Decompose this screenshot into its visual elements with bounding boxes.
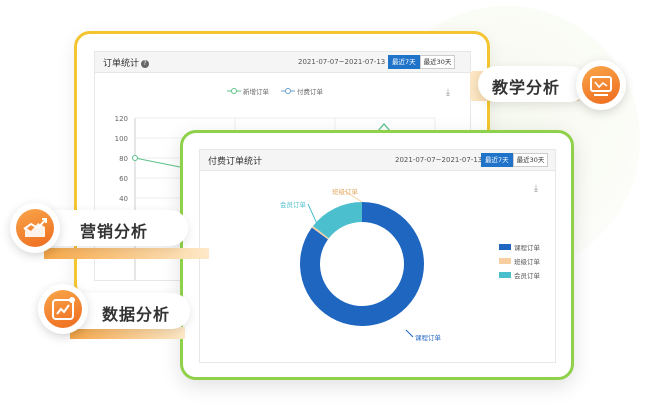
y-tick: 60 — [119, 175, 128, 183]
marketing-analysis-label: 营销分析 — [80, 222, 149, 241]
legend-label: 会员订单 — [514, 272, 540, 280]
slice-label: 班级订单 — [332, 187, 359, 196]
legend-member-orders[interactable]: 会员订单 — [499, 270, 540, 280]
data-icon-bg — [44, 290, 82, 328]
analytics-icon — [52, 297, 75, 320]
legend-label: 课程订单 — [514, 244, 540, 252]
data-analysis-label: 数据分析 — [102, 305, 171, 324]
paid-orders-tablet: 付费订单统计 2021-07-07~2021-07-13 最近7天 最近30天 … — [180, 130, 574, 380]
data-analysis-badge — [38, 284, 88, 334]
label-leader-line — [307, 203, 319, 227]
teaching-analysis-label: 教学分析 — [492, 78, 561, 97]
legend-class-orders[interactable]: 班级订单 — [499, 256, 540, 266]
data-point — [132, 155, 138, 161]
y-tick: 40 — [119, 195, 128, 203]
new-orders-line — [134, 157, 186, 169]
marketing-icon-bg — [16, 209, 54, 247]
teaching-analysis-badge — [576, 60, 626, 110]
label-leader-line — [405, 329, 414, 338]
pie-legend: 课程订单 班级订单 会员订单 — [499, 242, 540, 284]
legend-swatch — [499, 258, 511, 264]
marketing-analysis-badge — [10, 203, 60, 253]
y-tick: 80 — [119, 155, 128, 163]
legend-label: 班级订单 — [514, 258, 540, 266]
legend-swatch — [499, 272, 511, 278]
presentation-icon — [590, 76, 612, 96]
teaching-analysis-pill[interactable]: 教学分析 — [478, 66, 588, 102]
trend-chart-icon — [23, 218, 47, 237]
teaching-icon-bg — [582, 66, 620, 104]
legend-swatch — [499, 244, 511, 250]
legend-course-orders[interactable]: 课程订单 — [499, 242, 540, 252]
slice-label: 课程订单 — [415, 333, 442, 342]
paid-orders-panel: 付费订单统计 2021-07-07~2021-07-13 最近7天 最近30天 … — [199, 149, 556, 363]
y-tick: 120 — [115, 115, 128, 123]
y-tick: 100 — [115, 135, 128, 143]
slice-label: 会员订单 — [280, 200, 307, 209]
marketing-bar — [44, 248, 209, 259]
